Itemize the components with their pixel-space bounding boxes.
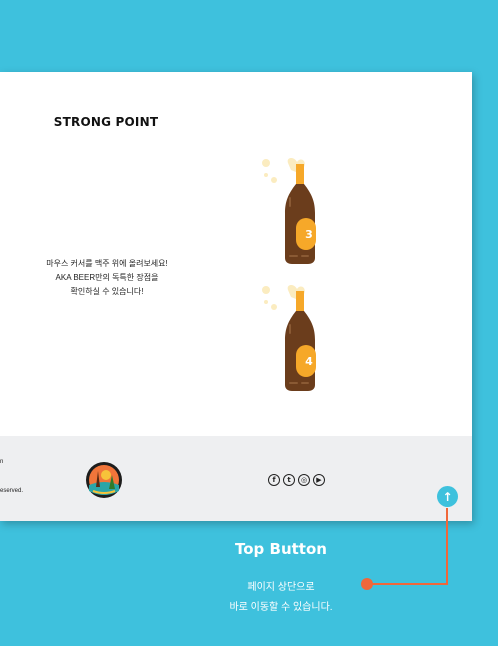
bottle-number: 4 — [305, 355, 313, 368]
description-line: 확인하실 수 있습니다! — [70, 287, 144, 296]
section-description: 마우스 커서를 맥주 위에 올려보세요! AKA BEER만의 독특한 장점을 … — [0, 257, 214, 299]
brand-logo[interactable] — [85, 461, 123, 499]
instagram-icon[interactable]: ◎ — [298, 474, 310, 486]
callout-line: 페이지 상단으로 — [247, 582, 315, 593]
bottle-number: 3 — [305, 228, 313, 241]
facebook-icon[interactable]: f — [268, 474, 280, 486]
footer: n eserved. f t ◎ ▶ — [0, 436, 472, 521]
callout-connector — [446, 508, 448, 585]
beer-bottle-3[interactable]: 3 — [258, 158, 328, 268]
description-line: AKA BEER만의 독특한 장점을 — [55, 273, 159, 282]
callout-line: 바로 이동할 수 있습니다. — [229, 602, 333, 613]
top-button[interactable]: ↑ — [437, 486, 458, 507]
twitter-icon[interactable]: t — [283, 474, 295, 486]
beer-bottle-4[interactable]: 4 — [258, 285, 328, 395]
callout-title: Top Button — [235, 540, 327, 558]
footer-text: n — [0, 459, 4, 465]
youtube-icon[interactable]: ▶ — [313, 474, 325, 486]
social-links: f t ◎ ▶ — [268, 474, 325, 486]
callout-description: 페이지 상단으로 바로 이동할 수 있습니다. — [180, 578, 382, 618]
arrow-up-icon: ↑ — [442, 489, 453, 504]
page-card: STRONG POINT 마우스 커서를 맥주 위에 올려보세요! AKA BE… — [0, 72, 472, 521]
description-line: 마우스 커서를 맥주 위에 올려보세요! — [46, 259, 168, 268]
footer-copyright: eserved. — [0, 488, 24, 494]
section-title: STRONG POINT — [53, 115, 159, 129]
